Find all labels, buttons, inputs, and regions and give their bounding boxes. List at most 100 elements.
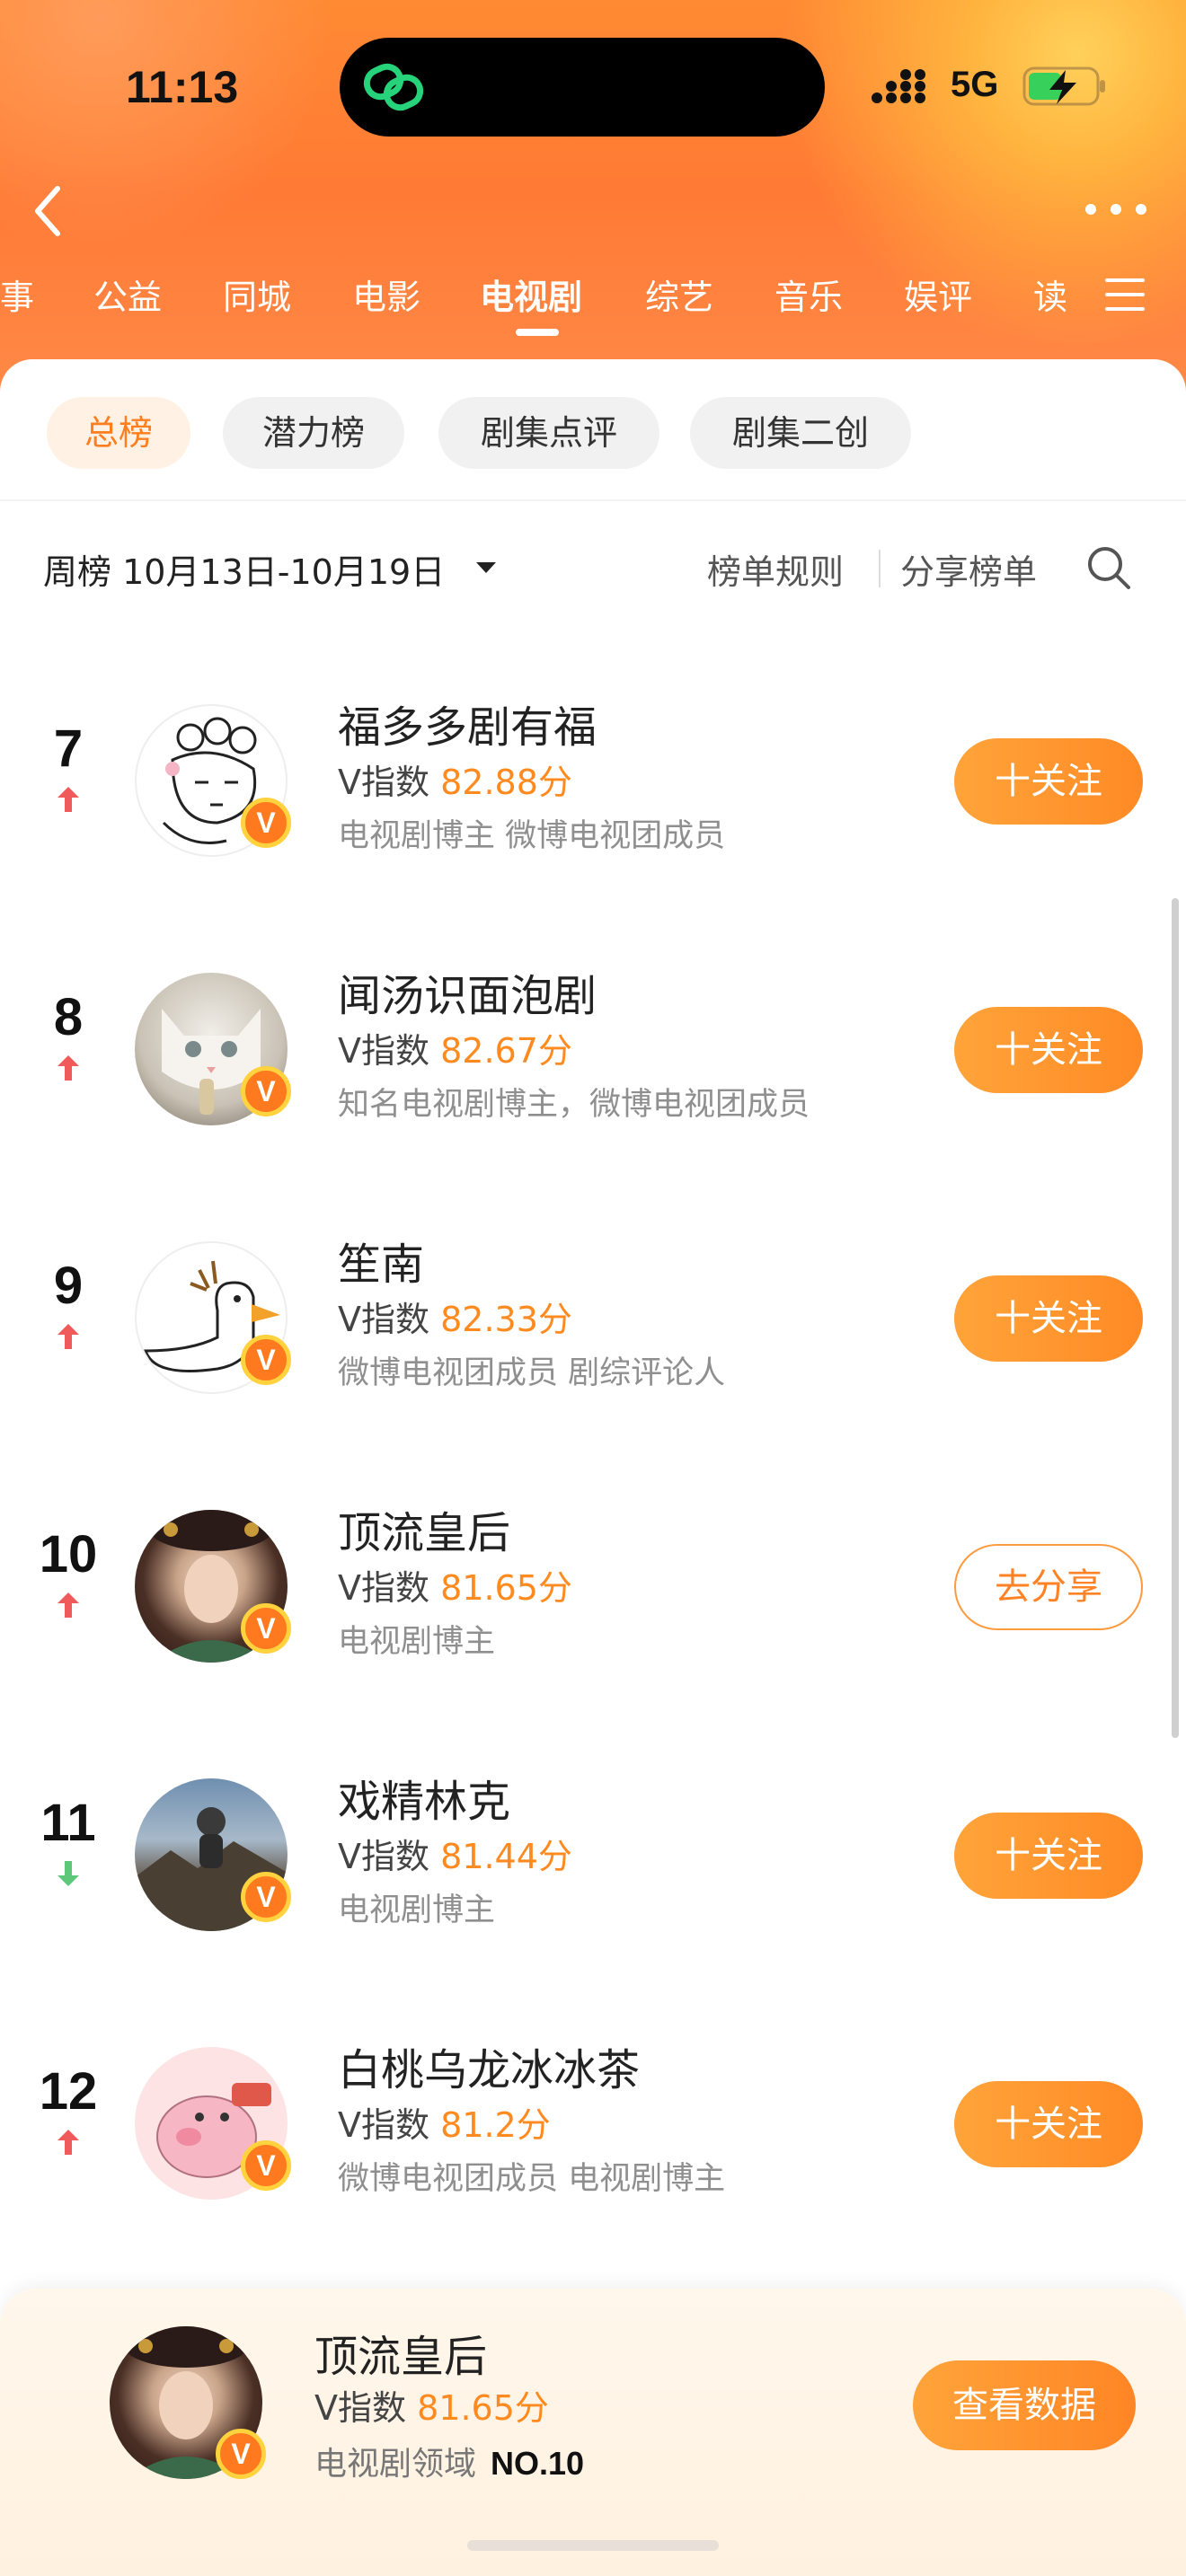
v-index: V指数 81.2分 <box>338 2097 551 2147</box>
share-button[interactable]: 去分享 <box>954 1544 1143 1630</box>
v-index-score: 81.44分 <box>440 1837 572 1876</box>
list-item[interactable]: 11 V 戏精林克 V指数 81.44分 电视剧博主 十关注 <box>0 1766 1186 1963</box>
home-indicator <box>467 2540 719 2551</box>
tab-yuping[interactable]: 娱评 <box>904 269 972 319</box>
v-index-score: 82.67分 <box>440 1031 572 1071</box>
verified-badge-icon: V <box>241 1603 291 1654</box>
follow-button[interactable]: 十关注 <box>954 1813 1143 1899</box>
menu-icon[interactable] <box>1103 275 1146 314</box>
v-index-label: V指数 <box>338 763 429 802</box>
list-item[interactable]: 8 V 闻汤识面泡剧 V指数 82.67分 知名电视剧博主，微博电视团成员 十关… <box>0 960 1186 1158</box>
blogger-description: 电视剧博主 <box>338 1892 496 1928</box>
status-time: 11:13 <box>126 62 239 112</box>
link-icon <box>363 63 424 111</box>
blogger-description: 知名电视剧博主，微博电视团成员 <box>338 1087 810 1123</box>
verified-badge-icon: V <box>241 798 291 848</box>
trend-up-icon <box>58 787 79 812</box>
tab-zongyi[interactable]: 综艺 <box>645 269 713 319</box>
rules-link[interactable]: 榜单规则 <box>707 544 844 594</box>
tab-shi[interactable]: 事 <box>0 269 34 319</box>
rank-number: 8 <box>53 988 84 1046</box>
rank-number: 9 <box>53 1257 84 1315</box>
v-index-label: V指数 <box>338 1300 429 1339</box>
back-arrow-icon[interactable] <box>25 180 70 243</box>
follow-button[interactable]: 十关注 <box>954 1275 1143 1362</box>
search-icon[interactable] <box>1085 544 1132 591</box>
rank-number: 12 <box>39 2062 98 2121</box>
my-v-index-score: 81.65分 <box>417 2388 549 2428</box>
blogger-description: 电视剧博主 <box>338 1624 496 1660</box>
v-index-score: 81.2分 <box>440 2105 551 2145</box>
tab-yinyue[interactable]: 音乐 <box>774 269 843 319</box>
tab-du[interactable]: 读 <box>1033 269 1067 319</box>
chip-review[interactable]: 剧集点评 <box>438 397 659 469</box>
cellular-signal-icon <box>872 69 925 103</box>
tab-dianying[interactable]: 电影 <box>352 269 420 319</box>
domain-label: 电视剧领域 <box>314 2446 477 2483</box>
list-item[interactable]: 12 V 白桃乌龙冰冰茶 V指数 81.2分 微博电视团成员 电视剧博主 十关注 <box>0 2034 1186 2232</box>
chip-overall[interactable]: 总榜 <box>47 397 190 469</box>
v-index: V指数 82.67分 <box>338 1023 572 1072</box>
more-icon[interactable] <box>1082 196 1150 223</box>
tab-tongcheng[interactable]: 同城 <box>223 269 291 319</box>
follow-button[interactable]: 十关注 <box>954 2081 1143 2167</box>
blogger-description: 微博电视团成员 电视剧博主 <box>338 2161 726 2197</box>
follow-button[interactable]: 十关注 <box>954 738 1143 825</box>
rank-number: 7 <box>53 719 84 778</box>
divider <box>879 550 881 587</box>
tab-dianshiju[interactable]: 电视剧 <box>480 269 582 319</box>
trend-up-icon <box>58 2130 79 2155</box>
rank-number: 10 <box>39 1525 98 1584</box>
trend-up-icon <box>58 1592 79 1618</box>
blogger-name[interactable]: 笙南 <box>338 1229 424 1292</box>
chip-remix[interactable]: 剧集二创 <box>690 397 911 469</box>
my-v-index: V指数 81.65分 <box>314 2380 549 2430</box>
v-index-label: V指数 <box>314 2388 406 2428</box>
list-item[interactable]: 9 V 笙南 V指数 82.33分 微博电视团成员 剧综评论人 十关注 <box>0 1229 1186 1426</box>
verified-badge-icon: V <box>216 2429 266 2479</box>
active-tab-indicator <box>516 329 559 336</box>
my-domain-rank: 电视剧领域 NO.10 <box>314 2438 584 2484</box>
caret-down-icon[interactable] <box>474 560 498 575</box>
verified-badge-icon: V <box>241 1872 291 1922</box>
share-list-link[interactable]: 分享榜单 <box>900 544 1037 594</box>
v-index: V指数 82.88分 <box>338 754 572 804</box>
divider <box>0 499 1186 501</box>
verified-badge-icon: V <box>241 1066 291 1116</box>
trend-up-icon <box>58 1055 79 1081</box>
view-data-button[interactable]: 查看数据 <box>913 2360 1136 2450</box>
rank-no: NO.10 <box>491 2445 585 2482</box>
rank-number: 11 <box>40 1794 96 1852</box>
network-label: 5G <box>951 65 999 104</box>
v-index-score: 82.33分 <box>440 1300 572 1339</box>
blogger-name[interactable]: 白桃乌龙冰冰茶 <box>338 2034 640 2097</box>
v-index-label: V指数 <box>338 1031 429 1071</box>
trend-down-icon <box>58 1861 79 1886</box>
v-index: V指数 81.44分 <box>338 1829 572 1878</box>
trend-up-icon <box>58 1324 79 1349</box>
my-name: 顶流皇后 <box>314 2332 488 2382</box>
blogger-description: 微博电视团成员 剧综评论人 <box>338 1355 726 1391</box>
list-item[interactable]: 10 V 顶流皇后 V指数 81.65分 电视剧博主 去分享 <box>0 1497 1186 1695</box>
blogger-name[interactable]: 顶流皇后 <box>338 1497 510 1560</box>
follow-button[interactable]: 十关注 <box>954 1007 1143 1093</box>
scrollbar[interactable] <box>1172 898 1179 1738</box>
v-index-label: V指数 <box>338 2105 429 2145</box>
chip-potential[interactable]: 潜力榜 <box>223 397 404 469</box>
v-index-label: V指数 <box>338 1837 429 1876</box>
v-index-label: V指数 <box>338 1568 429 1608</box>
blogger-name[interactable]: 闻汤识面泡剧 <box>338 960 597 1023</box>
blogger-name[interactable]: 福多多剧有福 <box>338 692 597 754</box>
verified-badge-icon: V <box>241 2140 291 2191</box>
blogger-name[interactable]: 戏精林克 <box>338 1766 510 1829</box>
tab-gongyi[interactable]: 公益 <box>93 269 162 319</box>
verified-badge-icon: V <box>241 1335 291 1385</box>
blogger-description: 电视剧博主 微博电视团成员 <box>338 818 726 854</box>
period-selector[interactable]: 周榜 10月13日-10月19日 <box>43 544 445 594</box>
v-index-score: 81.65分 <box>440 1568 572 1608</box>
battery-charging-icon <box>1022 66 1105 106</box>
list-item[interactable]: 7 V 福多多剧有福 V指数 82.88分 电视剧博主 微博电视团成员 十关注 <box>0 692 1186 889</box>
v-index-score: 82.88分 <box>440 763 572 802</box>
category-tabs: 事 公益 同城 电影 电视剧 综艺 音乐 娱评 读 <box>0 269 1186 332</box>
v-index: V指数 81.65分 <box>338 1560 572 1610</box>
